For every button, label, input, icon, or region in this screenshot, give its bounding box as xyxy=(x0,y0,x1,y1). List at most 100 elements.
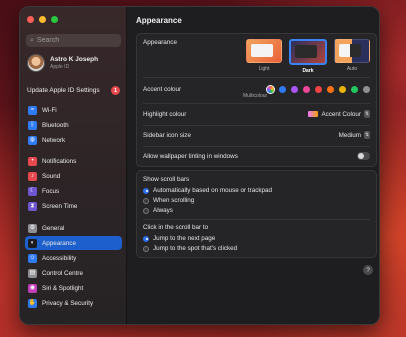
search-field[interactable]: ⌕ xyxy=(26,34,121,47)
sidebar-item-general[interactable]: ⚙ General xyxy=(25,221,122,235)
radio-label: Always xyxy=(153,207,173,214)
sidebar-item-label: Accessibility xyxy=(42,254,77,262)
sidebar-item-appearance[interactable]: ◐ Appearance xyxy=(25,236,122,250)
siri-icon: ◉ xyxy=(28,283,37,293)
sidebar-icon-size-label: Sidebar icon size xyxy=(143,131,191,139)
click-option-spot-clicked[interactable]: Jump to the spot that's clicked xyxy=(143,245,237,252)
accessibility-icon: ☺ xyxy=(28,253,37,263)
accent-swatch-7[interactable] xyxy=(351,85,358,93)
highlight-colour-value: Accent Colour xyxy=(321,110,361,118)
highlight-colour-popup[interactable]: Accent Colour ⇅ xyxy=(308,110,370,118)
close-button[interactable] xyxy=(27,16,34,23)
sidebar-item-label: Sound xyxy=(42,172,61,180)
highlight-colour-swatch xyxy=(308,111,319,117)
sidebar-item-label: Network xyxy=(42,136,66,144)
sidebar-item-screen-time[interactable]: ⧗ Screen Time xyxy=(25,199,122,213)
sidebar-item-accessibility[interactable]: ☺ Accessibility xyxy=(25,251,122,265)
radio-button[interactable] xyxy=(143,245,149,252)
sidebar-item-notifications[interactable]: • Notifications xyxy=(25,154,122,168)
radio-label: Jump to the next page xyxy=(153,235,216,242)
appearance-options: Light Dark Auto xyxy=(246,39,370,74)
sidebar-item-sound[interactable]: ♪ Sound xyxy=(25,169,122,183)
sidebar-item-label: Notifications xyxy=(42,157,77,165)
accent-colour-label: Accent colour xyxy=(143,85,182,93)
divider xyxy=(143,77,370,78)
sidebar-item-label: Appearance xyxy=(42,239,76,247)
apple-id-account[interactable]: Astro K Joseph Apple ID xyxy=(27,54,98,72)
search-input[interactable] xyxy=(36,37,117,44)
wallpaper-tinting-toggle[interactable] xyxy=(357,152,370,160)
accent-swatch-8[interactable] xyxy=(363,85,370,93)
appearance-icon: ◐ xyxy=(28,238,37,248)
click-scroll-bar-title: Click in the scroll bar to xyxy=(143,224,209,231)
dark-mode-preview xyxy=(289,39,327,65)
sidebar-item-network[interactable]: ◍ Network xyxy=(25,133,122,147)
accent-swatch-1[interactable] xyxy=(279,85,286,93)
radio-button[interactable] xyxy=(143,197,149,204)
click-option-next-page[interactable]: Jump to the next page xyxy=(143,235,215,242)
radio-label: Jump to the spot that's clicked xyxy=(153,245,238,252)
bluetooth-icon: ᛒ xyxy=(28,120,37,130)
page-title: Appearance xyxy=(136,16,182,25)
scroll-bar-settings-card: Show scroll bars Automatically based on … xyxy=(136,170,377,258)
update-apple-id-settings[interactable]: Update Apple ID Settings 1 xyxy=(27,86,120,95)
auto-mode-preview xyxy=(334,39,370,63)
speaker-icon: ♪ xyxy=(28,171,37,181)
appearance-option-light[interactable]: Light xyxy=(246,39,282,74)
accent-swatch-multicolour[interactable] xyxy=(267,85,274,93)
sidebar-item-label: Focus xyxy=(42,187,60,195)
help-button[interactable]: ? xyxy=(363,265,373,275)
accent-swatch-6[interactable] xyxy=(339,85,346,93)
sidebar-item-label: Control Centre xyxy=(42,269,83,277)
account-name: Astro K Joseph xyxy=(50,56,99,63)
sidebar: ⌕ Astro K Joseph Apple ID Update Apple I… xyxy=(20,7,127,324)
sidebar-item-focus[interactable]: ☾ Focus xyxy=(25,184,122,198)
appearance-option-label: Light xyxy=(258,66,270,72)
divider xyxy=(143,219,370,220)
sidebar-item-bluetooth[interactable]: ᛒ Bluetooth xyxy=(25,118,122,132)
moon-icon: ☾ xyxy=(28,186,37,196)
chevron-updown-icon: ⇅ xyxy=(364,131,370,139)
bell-icon: • xyxy=(28,156,37,166)
radio-label: When scrolling xyxy=(153,197,195,204)
radio-button[interactable] xyxy=(143,207,149,214)
scroll-option-when-scrolling[interactable]: When scrolling xyxy=(143,197,194,204)
sidebar-item-siri-spotlight[interactable]: ◉ Siri & Spotlight xyxy=(25,281,122,295)
divider xyxy=(143,146,370,147)
minimize-button[interactable] xyxy=(39,16,46,23)
wifi-icon: ≈ xyxy=(28,105,37,115)
sidebar-item-label: Wi-Fi xyxy=(42,106,57,114)
accent-colour-swatches xyxy=(267,85,370,93)
sidebar-icon-size-value: Medium xyxy=(338,131,361,139)
appearance-option-dark[interactable]: Dark xyxy=(289,39,327,74)
divider xyxy=(143,103,370,104)
radio-button[interactable] xyxy=(143,187,149,194)
sidebar-item-control-centre[interactable]: ▤ Control Centre xyxy=(25,266,122,280)
gear-icon: ⚙ xyxy=(28,223,37,233)
sidebar-item-wi-fi[interactable]: ≈ Wi-Fi xyxy=(25,103,122,117)
appearance-option-label: Dark xyxy=(302,68,314,74)
main-pane: Appearance Appearance Light Dark Auto Ac… xyxy=(127,7,379,324)
sidebar-item-privacy-security[interactable]: ✋ Privacy & Security xyxy=(25,296,122,310)
appearance-option-label: Auto xyxy=(346,66,358,72)
accent-swatch-5[interactable] xyxy=(327,85,334,93)
account-subtitle: Apple ID xyxy=(50,64,70,70)
sidebar-item-label: General xyxy=(42,224,65,232)
divider xyxy=(143,125,370,126)
accent-swatch-3[interactable] xyxy=(303,85,310,93)
update-label: Update Apple ID Settings xyxy=(27,87,100,94)
hourglass-icon: ⧗ xyxy=(28,201,37,211)
scroll-option-always[interactable]: Always xyxy=(143,207,173,214)
accent-swatch-2[interactable] xyxy=(291,85,298,93)
radio-button[interactable] xyxy=(143,235,149,242)
sidebar-item-label: Siri & Spotlight xyxy=(42,284,84,292)
light-mode-preview xyxy=(246,39,282,63)
highlight-colour-label: Highlight colour xyxy=(143,110,187,118)
zoom-button[interactable] xyxy=(51,16,58,23)
accent-swatch-4[interactable] xyxy=(315,85,322,93)
control-centre-icon: ▤ xyxy=(28,268,37,278)
scroll-option-automatic[interactable]: Automatically based on mouse or trackpad xyxy=(143,187,272,194)
globe-icon: ◍ xyxy=(28,135,37,145)
sidebar-icon-size-popup[interactable]: Medium ⇅ xyxy=(339,131,370,139)
appearance-option-auto[interactable]: Auto xyxy=(334,39,370,74)
